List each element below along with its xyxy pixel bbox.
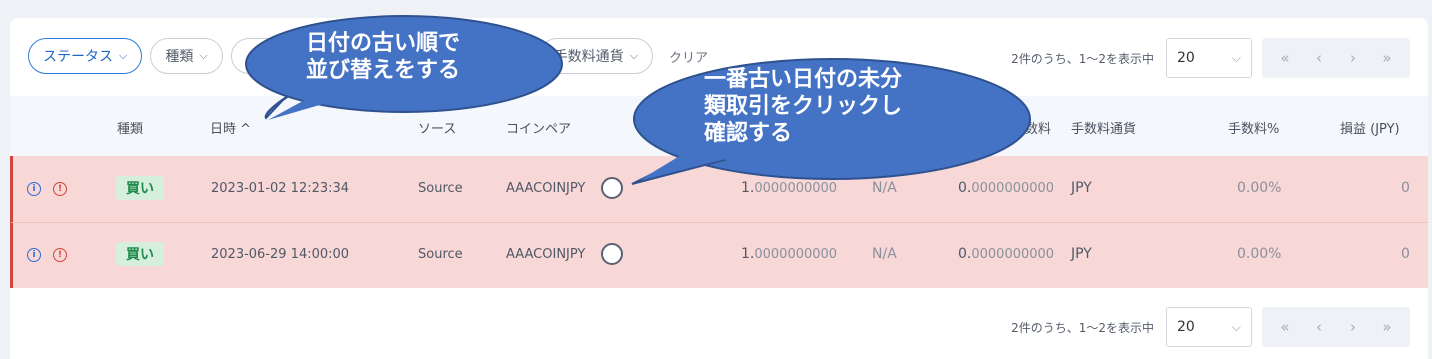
sort-callout-text: 日付の古い順で 並び替えをする bbox=[306, 30, 460, 84]
sort-callout-line: 並び替えをする bbox=[306, 58, 461, 83]
click-callout-text: 一番古い日付の未分 類取引をクリックし 確認する bbox=[704, 66, 902, 147]
annotation-layer bbox=[245, 15, 1031, 185]
click-callout-line: 確認する bbox=[704, 121, 793, 146]
sort-callout-line: 日付の古い順で bbox=[306, 31, 461, 56]
click-callout-line: 一番古い日付の未分 bbox=[704, 67, 903, 92]
click-callout-line: 類取引をクリックし bbox=[704, 94, 903, 119]
